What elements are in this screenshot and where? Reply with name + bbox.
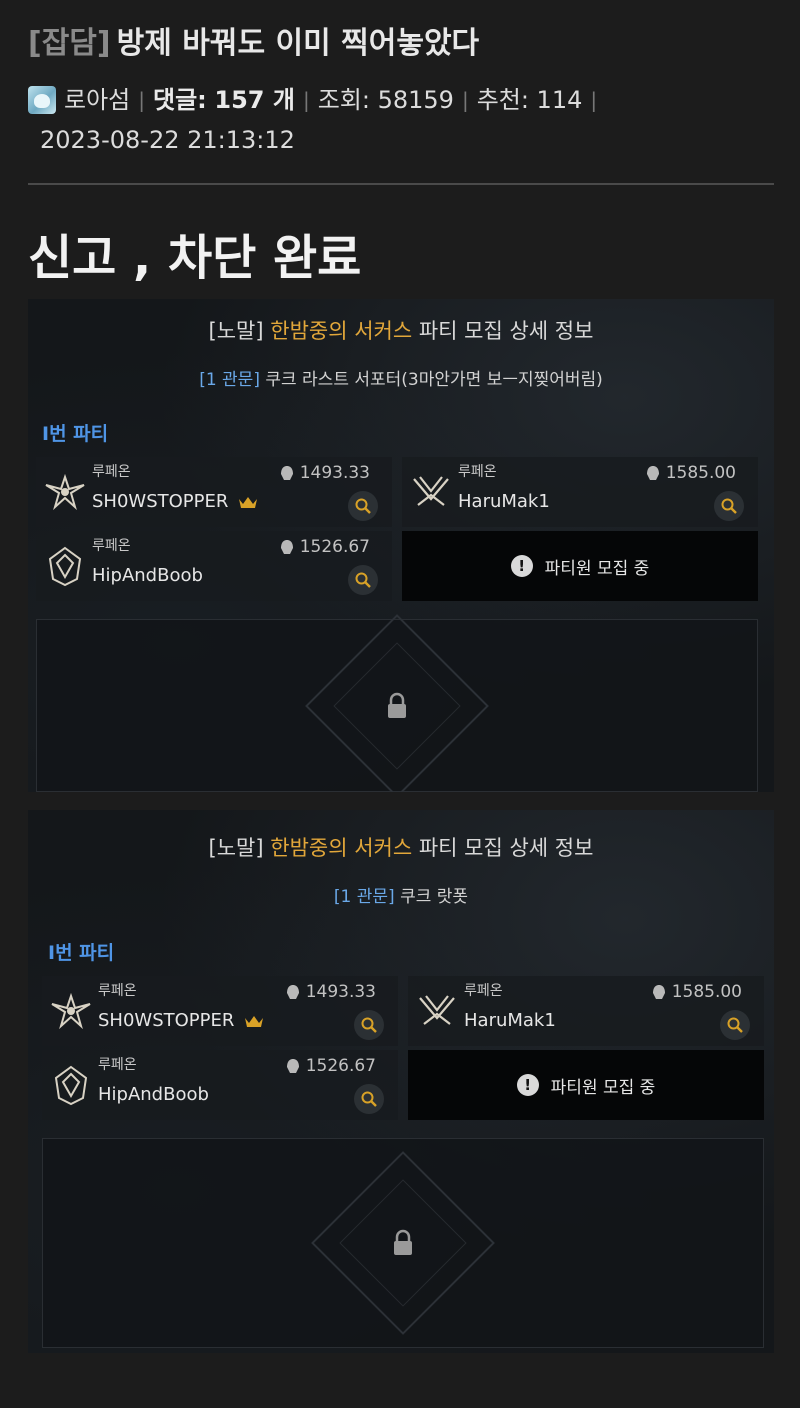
panel-subtitle: [1 관문] 쿠크 라스트 서포터(3마안가면 보ㅡ지찢어버림)	[28, 365, 774, 390]
meta-separator: |	[461, 88, 469, 112]
magnifier-icon[interactable]	[348, 565, 378, 595]
party-label: I번 파티	[48, 942, 115, 964]
panel-title: [노말] 한밤중의 서커스 파티 모집 상세 정보	[28, 832, 774, 862]
meta-separator: |	[138, 88, 145, 112]
member-server: 루페온	[98, 1057, 137, 1073]
member-item-level: 1493.33	[299, 463, 370, 483]
magnifier-icon[interactable]	[714, 491, 744, 521]
helmet-icon	[646, 466, 659, 480]
member-item-level: 1585.00	[665, 463, 736, 483]
member-item-level: 1493.33	[305, 982, 376, 1002]
panel-title-suffix: 파티 모집 상세 정보	[418, 836, 594, 860]
views-count: 조회: 58159	[317, 86, 454, 114]
lock-icon	[394, 1229, 412, 1255]
class-emblem-icon	[419, 995, 455, 1025]
difficulty-tag: [노말]	[208, 836, 264, 860]
party-description: 쿠크 랏폿	[400, 887, 469, 907]
post-datetime: 2023-08-22 21:13:12	[40, 126, 295, 154]
party-description: 쿠크 라스트 서포터(3마안가면 보ㅡ지찢어버림)	[265, 370, 603, 390]
recruiting-label: 파티원 모집 중	[544, 558, 650, 579]
member-name: SH0WSTOPPER	[98, 1010, 235, 1031]
class-emblem-icon	[45, 473, 85, 511]
panel-title: [노말] 한밤중의 서커스 파티 모집 상세 정보	[28, 315, 774, 345]
post-title: [잡담] 방제 바꿔도 이미 찍어놓았다	[28, 18, 778, 62]
helmet-icon	[286, 1059, 299, 1073]
post-meta: 로아섬 | 댓글: 157 개 | 조회: 58159 | 추천: 114 | …	[28, 80, 778, 160]
helmet-icon	[286, 985, 299, 999]
magnifier-icon[interactable]	[348, 491, 378, 521]
party-member-slot[interactable]: 루페온 1526.67 HipAndBoob	[42, 1050, 398, 1120]
class-emblem-icon	[51, 992, 91, 1030]
member-name: HipAndBoob	[92, 565, 203, 586]
panel-subtitle: [1 관문] 쿠크 랏폿	[28, 882, 774, 907]
header-divider	[28, 183, 774, 185]
party-label: I번 파티	[42, 423, 109, 445]
helmet-icon	[280, 466, 293, 480]
party-name: 한밤중의 서커스	[270, 836, 413, 860]
difficulty-tag: [노말]	[208, 319, 264, 343]
alert-icon: !	[510, 555, 533, 577]
post-title-text: 방제 바꿔도 이미 찍어놓았다	[116, 26, 480, 61]
comments-count[interactable]: 157 개	[214, 80, 295, 120]
comments-label: 댓글:	[153, 86, 207, 114]
member-item-level: 1526.67	[305, 1056, 376, 1076]
member-server: 루페온	[98, 983, 137, 999]
member-name: HaruMak1	[458, 491, 550, 512]
recruiting-label: 파티원 모집 중	[550, 1077, 656, 1098]
class-emblem-icon	[48, 546, 82, 587]
party-name: 한밤중의 서커스	[270, 319, 413, 343]
member-item-level: 1526.67	[299, 537, 370, 557]
post-category: [잡담]	[28, 26, 111, 61]
author-name[interactable]: 로아섬	[64, 80, 130, 120]
stage-tag: [1 관문]	[199, 370, 260, 390]
panel-title-suffix: 파티 모집 상세 정보	[418, 319, 594, 343]
meta-separator: |	[302, 88, 310, 112]
lock-icon	[388, 692, 406, 718]
member-name: SH0WSTOPPER	[92, 491, 229, 512]
locked-party-slot	[42, 1138, 764, 1348]
locked-party-slot	[36, 613, 758, 792]
helmet-icon	[280, 540, 293, 554]
party-member-slot[interactable]: 루페온 1585.00 HaruMak1	[408, 976, 764, 1046]
crown-icon	[245, 1015, 264, 1027]
magnifier-icon[interactable]	[720, 1010, 750, 1040]
member-name: HipAndBoob	[98, 1084, 209, 1105]
member-item-level: 1585.00	[671, 982, 742, 1002]
party-member-slot[interactable]: 루페온 1585.00 HaruMak1	[402, 457, 758, 527]
crown-icon	[239, 496, 258, 508]
meta-separator: |	[590, 88, 598, 112]
avatar-icon[interactable]	[28, 86, 56, 114]
party-screenshot-2: [노말] 한밤중의 서커스 파티 모집 상세 정보 [1 관문] 쿠크 랏폿 I…	[28, 810, 774, 1353]
helmet-icon	[652, 985, 665, 999]
member-server: 루페온	[458, 464, 497, 480]
alert-icon: !	[516, 1074, 539, 1096]
party-member-slot[interactable]: 루페온 1493.33 SH0WSTOPPER	[42, 976, 398, 1046]
magnifier-icon[interactable]	[354, 1084, 384, 1114]
post-body-headline: 신고 , 차단 완료	[28, 230, 362, 286]
party-screenshot-1: [노말] 한밤중의 서커스 파티 모집 상세 정보 [1 관문] 쿠크 라스트 …	[28, 299, 774, 792]
member-server: 루페온	[92, 464, 131, 480]
party-member-slot[interactable]: 루페온 1493.33 SH0WSTOPPER	[36, 457, 392, 527]
party-member-slot[interactable]: 루페온 1526.67 HipAndBoob	[36, 531, 392, 601]
class-emblem-icon	[413, 476, 449, 506]
recruiting-slot[interactable]: ! 파티원 모집 중	[408, 1050, 764, 1120]
class-emblem-icon	[54, 1065, 88, 1106]
stage-tag: [1 관문]	[333, 887, 395, 907]
member-name: HaruMak1	[464, 1010, 556, 1031]
member-server: 루페온	[92, 538, 131, 554]
recommend-count: 추천: 114	[476, 86, 583, 114]
member-server: 루페온	[464, 983, 503, 999]
recruiting-slot[interactable]: ! 파티원 모집 중	[402, 531, 758, 601]
magnifier-icon[interactable]	[354, 1010, 384, 1040]
